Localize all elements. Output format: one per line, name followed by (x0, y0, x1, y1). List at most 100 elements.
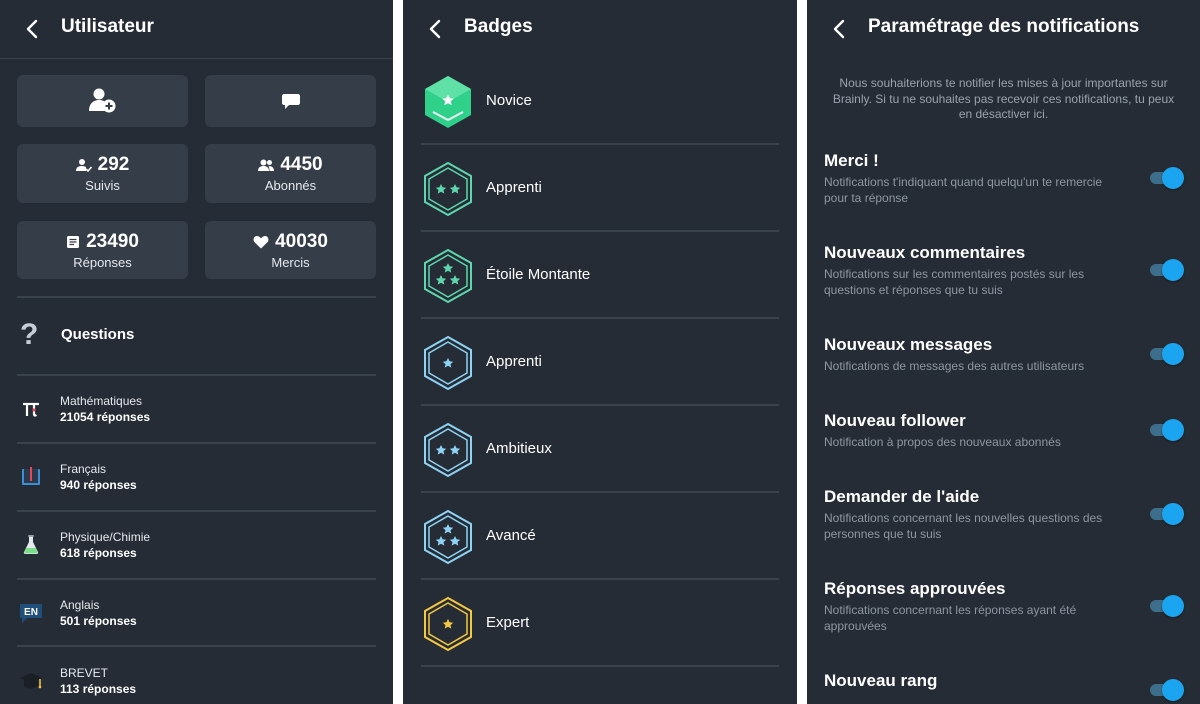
subject-name: Mathématiques (60, 394, 143, 408)
chevron-left-icon (26, 19, 38, 39)
subject-count: 113 réponses (60, 682, 137, 696)
setting-description: Notifications t'indiquant quand quelqu'u… (824, 175, 1103, 205)
setting-title: Nouveaux commentaires (824, 243, 1026, 262)
badge-divider (421, 491, 779, 493)
setting-description: Notifications concernant les nouvelles q… (824, 511, 1103, 541)
badge-name: Étoile Montante (486, 266, 591, 283)
badge-avance-icon (424, 509, 472, 565)
subject-count: 618 réponses (60, 546, 137, 560)
page-title: Paramétrage des notifications (868, 16, 1140, 37)
notification-setting-messages: Nouveaux messages Notifications de messa… (824, 335, 1184, 374)
setting-title: Merci ! (824, 151, 879, 170)
page-title: Utilisateur (61, 16, 154, 37)
badge-name: Expert (486, 614, 530, 631)
chevron-left-icon (833, 19, 845, 39)
toggle-knob (1162, 343, 1184, 365)
following-icon (75, 159, 92, 172)
badge-name: Avancé (486, 527, 536, 544)
answers-label: Réponses (73, 254, 132, 270)
toggle-switch[interactable] (1148, 259, 1184, 281)
toggle-knob (1162, 679, 1184, 701)
notification-setting-thanks: Merci ! Notifications t'indiquant quand … (824, 151, 1184, 206)
following-label: Suivis (85, 178, 120, 193)
stat-card-thanks[interactable]: 40030 Mercis (205, 221, 376, 279)
header-divider (0, 58, 393, 59)
toggle-switch[interactable] (1148, 343, 1184, 365)
badge-item[interactable]: Avancé (421, 494, 779, 580)
back-button[interactable] (829, 19, 849, 39)
answers-count: 23490 (86, 230, 139, 252)
toggle-switch[interactable] (1148, 419, 1184, 441)
followers-count: 4450 (280, 154, 323, 175)
notification-setting-approved: Réponses approuvées Notifications concer… (824, 579, 1184, 634)
stat-card-following[interactable]: 292 Suivis (17, 144, 188, 203)
badge-divider (421, 578, 779, 580)
badge-item[interactable]: Novice (421, 59, 779, 145)
back-button[interactable] (425, 19, 445, 39)
subject-name: Anglais (60, 598, 100, 612)
subject-name: Physique/Chimie (60, 530, 151, 544)
stat-card-answers[interactable]: 23490 Réponses (17, 221, 188, 279)
setting-title: Demander de l'aide (824, 487, 980, 506)
setting-title: Réponses approuvées (824, 579, 1006, 598)
setting-title: Nouveau rang (824, 671, 938, 690)
subject-item-francais[interactable]: Français 940 réponses (18, 444, 375, 510)
subject-item-mathematiques[interactable]: Mathématiques 21054 réponses (18, 376, 375, 442)
subject-item-physique-chimie[interactable]: Physique/Chimie 618 réponses (18, 512, 375, 578)
subject-count: 940 réponses (60, 478, 137, 492)
toggle-knob (1162, 259, 1184, 281)
subject-item-anglais[interactable]: EN Anglais 501 réponses (18, 580, 375, 646)
toggle-knob (1162, 419, 1184, 441)
setting-description: Notification à propos des nouveaux abonn… (824, 435, 1061, 449)
badge-item[interactable]: Apprenti (421, 146, 779, 232)
toggle-switch[interactable] (1148, 167, 1184, 189)
notification-setting-rank: Nouveau rang (824, 671, 1184, 701)
badge-item[interactable]: Étoile Montante (421, 233, 779, 319)
following-count: 292 (97, 154, 130, 175)
badge-name: Novice (486, 92, 532, 109)
subject-item-brevet[interactable]: BREVET 113 réponses (18, 648, 375, 704)
notifications-screen: Paramétrage des notifications Nous souha… (807, 0, 1200, 704)
badge-ambitieux-icon (424, 422, 472, 478)
toggle-switch[interactable] (1148, 595, 1184, 617)
subject-name: Français (60, 462, 107, 476)
chat-icon (281, 94, 300, 109)
answers-icon (67, 235, 80, 248)
toggle-knob (1162, 595, 1184, 617)
badge-divider (421, 230, 779, 232)
setting-description: Notifications de messages des autres uti… (824, 359, 1085, 373)
profile-screen: Utilisateur 292 Suivis 4450 Abonnés 2349… (0, 0, 393, 704)
subject-count: 501 réponses (60, 614, 137, 628)
followers-label: Abonnés (264, 178, 317, 193)
badge-item[interactable]: Expert (421, 581, 779, 667)
book-icon (18, 464, 44, 490)
section-divider (17, 296, 376, 298)
pi-icon (18, 396, 44, 422)
notifications-intro: Nous souhaiterions te notifier les mises… (832, 76, 1175, 121)
stat-card-followers[interactable]: 4450 Abonnés (205, 144, 376, 203)
back-button[interactable] (22, 19, 42, 39)
graduation-cap-icon (18, 668, 44, 694)
toggle-switch[interactable] (1148, 679, 1184, 701)
badge-item[interactable]: Apprenti (421, 320, 779, 406)
questions-heading: Questions (61, 326, 135, 343)
badges-screen: Badges Novice Apprenti Étoile Montante A… (403, 0, 797, 704)
add-friend-button[interactable] (17, 75, 188, 127)
badge-apprenti-blue-icon (424, 335, 472, 391)
setting-title: Nouveau follower (824, 411, 966, 430)
question-mark-icon: ? (20, 318, 39, 351)
badge-divider (421, 317, 779, 319)
setting-description: Notifications concernant les réponses ay… (824, 603, 1077, 633)
setting-description: Notifications sur les commentaires posté… (824, 267, 1085, 297)
list-divider (17, 645, 376, 647)
badge-divider (421, 665, 779, 667)
message-button[interactable] (205, 75, 376, 127)
badge-divider (421, 404, 779, 406)
flask-icon (18, 532, 44, 558)
badge-item[interactable]: Ambitieux (421, 407, 779, 493)
badge-name: Apprenti (486, 179, 542, 196)
toggle-switch[interactable] (1148, 503, 1184, 525)
heart-icon (253, 235, 269, 248)
badge-apprenti-icon (424, 161, 472, 217)
subject-name: BREVET (60, 666, 109, 680)
